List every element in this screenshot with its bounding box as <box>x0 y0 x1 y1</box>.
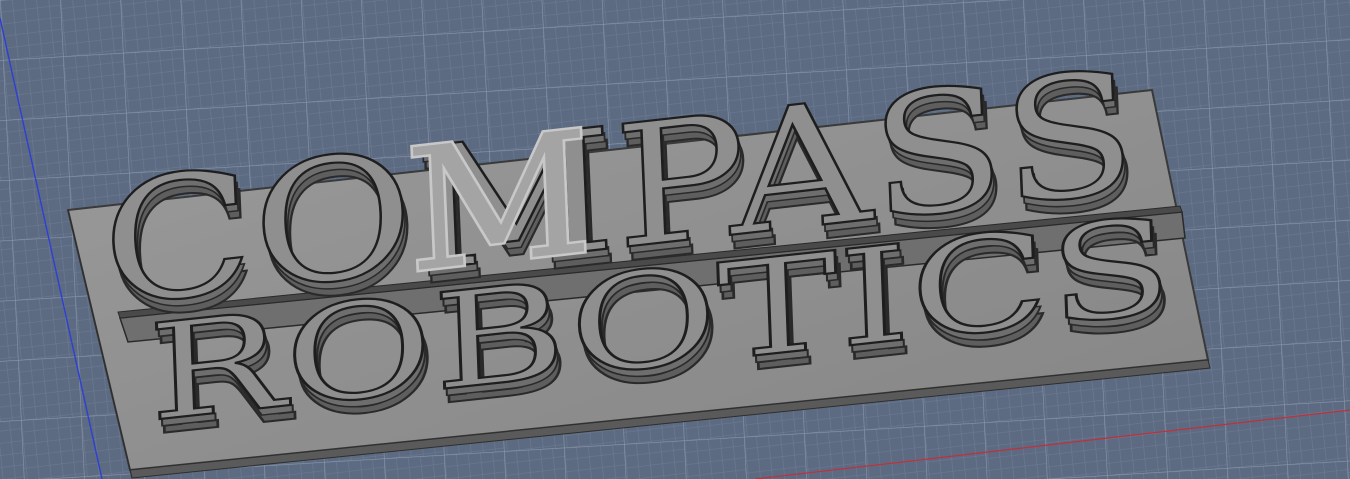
cad-3d-viewport[interactable]: COMPASS COMPASS COMPASS M ROBOTICS ROBOT… <box>0 0 1350 479</box>
viewport-canvas[interactable]: COMPASS COMPASS COMPASS M ROBOTICS ROBOT… <box>0 0 1350 479</box>
